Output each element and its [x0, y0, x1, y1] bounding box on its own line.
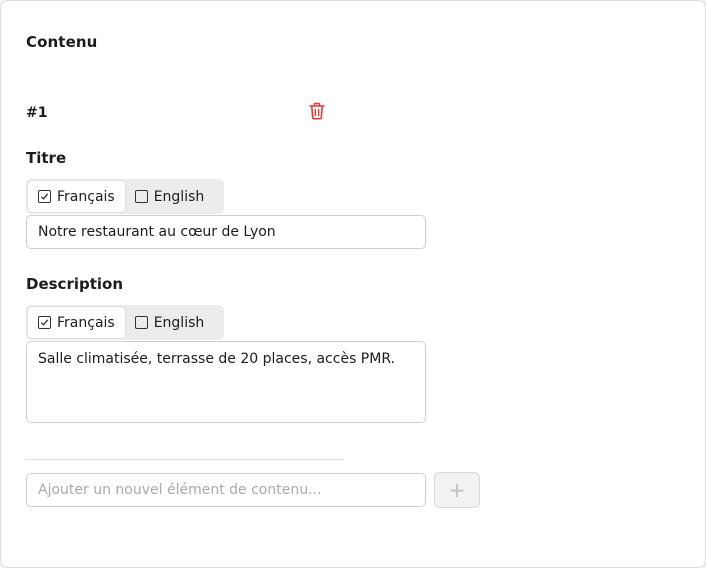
title-tab-french[interactable]: Français — [28, 181, 125, 212]
description-tab-english[interactable]: English — [125, 307, 215, 338]
checkbox-unchecked-icon[interactable] — [134, 316, 148, 329]
checkbox-unchecked-icon[interactable] — [134, 190, 148, 203]
description-tab-french[interactable]: Français — [28, 307, 125, 338]
description-textarea[interactable]: Salle climatisée, terrasse de 20 places,… — [26, 341, 426, 423]
section-title: Contenu — [26, 33, 98, 51]
title-input[interactable]: Notre restaurant au cœur de Lyon — [26, 215, 426, 249]
delete-item-button[interactable] — [306, 100, 328, 122]
new-content-item-input[interactable] — [26, 473, 426, 507]
add-content-item-button[interactable]: + — [434, 472, 480, 508]
description-tab-english-label: English — [153, 314, 205, 331]
title-label: Titre — [26, 149, 67, 167]
title-tab-english[interactable]: English — [125, 181, 215, 212]
content-card: Contenu #1 Titre Français English Notre … — [0, 0, 706, 568]
trash-icon — [309, 102, 325, 120]
divider — [26, 459, 344, 460]
checkbox-checked-icon[interactable] — [38, 190, 51, 203]
description-label: Description — [26, 275, 124, 293]
description-tab-french-label: Français — [57, 314, 115, 331]
title-tab-english-label: English — [153, 188, 205, 205]
title-tab-french-label: Français — [57, 188, 115, 205]
item-index: #1 — [26, 105, 48, 121]
plus-icon: + — [448, 478, 466, 502]
title-language-tabs: Français English — [26, 179, 224, 214]
checkbox-checked-icon[interactable] — [38, 316, 51, 329]
description-language-tabs: Français English — [26, 305, 224, 340]
